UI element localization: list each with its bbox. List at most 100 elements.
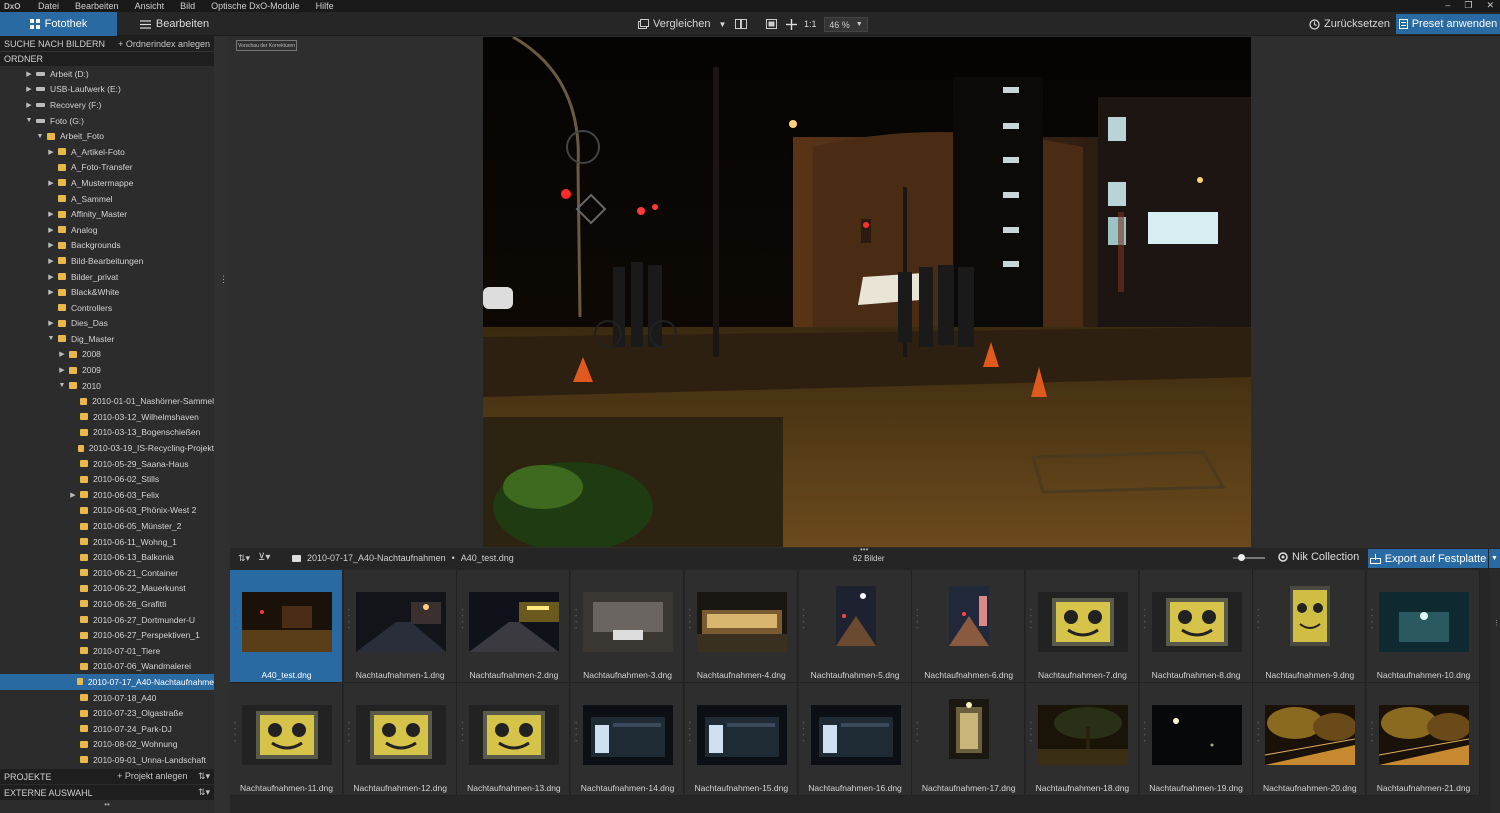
- rating-dots-icon[interactable]: • • • •: [1257, 721, 1260, 745]
- tree-item[interactable]: ▶ A_Mustermappe: [0, 175, 214, 191]
- tree-item[interactable]: 2010-06-26_Grafitti: [0, 596, 214, 612]
- filmstrip-resize-grip[interactable]: •••: [860, 545, 868, 554]
- rating-dots-icon[interactable]: • • • •: [1371, 608, 1374, 632]
- tree-item[interactable]: 2010-07-23_Olgastraße: [0, 705, 214, 721]
- tree-item[interactable]: 2010-01-01_Nashörner-Sammel: [0, 393, 214, 409]
- nik-collection-button[interactable]: Nik Collection: [1278, 551, 1359, 563]
- compare-button[interactable]: Vergleichen ▼: [638, 15, 726, 33]
- rating-dots-icon[interactable]: • • • •: [916, 721, 919, 745]
- rating-dots-icon[interactable]: • • • •: [1144, 608, 1147, 632]
- tree-item[interactable]: 2010-06-11_Wohng_1: [0, 534, 214, 550]
- chevron-down-icon[interactable]: ▼: [25, 117, 33, 124]
- close-button[interactable]: ✕: [1486, 0, 1494, 11]
- chevron-right-icon[interactable]: ▶: [47, 273, 55, 281]
- search-section-header[interactable]: SUCHE NACH BILDERN + Ordnerindex anlegen: [0, 36, 214, 51]
- thumbnail[interactable]: • • • • Nachtaufnahmen-21.dng: [1367, 683, 1480, 796]
- thumbnail[interactable]: • • • • Nachtaufnahmen-8.dng: [1139, 570, 1253, 683]
- panel-resize-grip[interactable]: ••: [0, 800, 214, 812]
- tree-item[interactable]: ▼ Foto (G:): [0, 113, 214, 129]
- thumbnail[interactable]: • • • • Nachtaufnahmen-14.dng: [571, 683, 685, 796]
- tree-item[interactable]: ▶ Dies_Das: [0, 316, 214, 332]
- tree-item[interactable]: A_Sammel: [0, 191, 214, 207]
- chevron-right-icon[interactable]: ▶: [58, 366, 66, 374]
- tree-item[interactable]: 2010-06-13_Balkonia: [0, 549, 214, 565]
- tree-item[interactable]: ▶ A_Artikel-Foto: [0, 144, 214, 160]
- rating-dots-icon[interactable]: • • • •: [803, 608, 806, 632]
- export-to-disk-button[interactable]: Export auf Festplatte: [1368, 549, 1488, 568]
- external-section-header[interactable]: EXTERNE AUSWAHL ⇅▾: [0, 785, 214, 800]
- thumbnail[interactable]: • • • • Nachtaufnahmen-16.dng: [798, 683, 912, 796]
- tree-item[interactable]: 2010-06-22_Mauerkunst: [0, 581, 214, 597]
- thumbnail[interactable]: • • • • Nachtaufnahmen-9.dng: [1253, 570, 1367, 683]
- tab-bearbeiten[interactable]: Bearbeiten: [117, 12, 232, 36]
- thumbnail[interactable]: • • • • Nachtaufnahmen-3.dng: [571, 570, 685, 683]
- restore-button[interactable]: ❐: [1464, 0, 1472, 11]
- folders-section-header[interactable]: ORDNER: [0, 51, 214, 66]
- rating-dots-icon[interactable]: • • • •: [916, 608, 919, 632]
- tree-item[interactable]: ▶ 2009: [0, 362, 214, 378]
- zoom-select[interactable]: 46 % ▼: [824, 17, 868, 32]
- image-viewer[interactable]: Vorschau der Korrekturen: [230, 36, 1500, 548]
- breadcrumb-folder[interactable]: 2010-07-17_A40-Nachtaufnahmen: [307, 553, 446, 563]
- tree-item[interactable]: ▶ Bild-Bearbeitungen: [0, 253, 214, 269]
- tree-item[interactable]: 2010-07-01_Tiere: [0, 643, 214, 659]
- create-folder-index-button[interactable]: + Ordnerindex anlegen: [118, 39, 210, 49]
- tree-item[interactable]: 2010-06-05_Münster_2: [0, 518, 214, 534]
- rating-dots-icon[interactable]: • • • •: [348, 721, 351, 745]
- tree-item[interactable]: ▶ Analog: [0, 222, 214, 238]
- tree-item[interactable]: 2010-06-02_Stills: [0, 471, 214, 487]
- tree-item[interactable]: 2010-06-27_Dortmunder-U: [0, 612, 214, 628]
- split-view-button[interactable]: [735, 15, 747, 33]
- tree-item[interactable]: ▼ Arbeit_Foto: [0, 128, 214, 144]
- rating-dots-icon[interactable]: • • • •: [803, 721, 806, 745]
- rating-dots-icon[interactable]: • • • •: [234, 721, 237, 745]
- slider-knob[interactable]: [1238, 554, 1245, 561]
- thumbnail[interactable]: • • • • Nachtaufnahmen-15.dng: [684, 683, 798, 796]
- tree-item[interactable]: ▶ Black&White: [0, 284, 214, 300]
- preview-corrections-toggle[interactable]: Vorschau der Korrekturen: [236, 40, 297, 51]
- chevron-right-icon[interactable]: ▶: [47, 288, 55, 296]
- thumbnail[interactable]: • • • • Nachtaufnahmen-1.dng: [343, 570, 457, 683]
- tree-item[interactable]: 2010-09-01_Unna-Landschaft: [0, 752, 214, 768]
- main-photo[interactable]: [483, 37, 1251, 547]
- thumbnail-size-slider[interactable]: [1233, 554, 1265, 561]
- fit-screen-button[interactable]: [766, 15, 777, 33]
- thumbnail[interactable]: • • • • Nachtaufnahmen-17.dng: [912, 683, 1026, 796]
- tree-item[interactable]: 2010-03-13_Bogenschießen: [0, 425, 214, 441]
- menu-bild[interactable]: Bild: [172, 1, 203, 11]
- menu-ansicht[interactable]: Ansicht: [127, 1, 173, 11]
- tree-item[interactable]: ▶ USB-Laufwerk (E:): [0, 82, 214, 98]
- move-tool-button[interactable]: [786, 15, 797, 33]
- thumbnail[interactable]: • • • • Nachtaufnahmen-4.dng: [684, 570, 798, 683]
- tree-item[interactable]: A_Foto-Transfer: [0, 160, 214, 176]
- tree-item[interactable]: ▶ 2010-06-03_Felix: [0, 487, 214, 503]
- tree-item[interactable]: ▶ Backgrounds: [0, 238, 214, 254]
- sort-icon[interactable]: ⇅▾: [198, 787, 210, 798]
- tree-item[interactable]: 2010-07-18_A40: [0, 690, 214, 706]
- export-dropdown-button[interactable]: ▼: [1489, 549, 1500, 568]
- tree-item[interactable]: 2010-06-03_Phönix-West 2: [0, 503, 214, 519]
- thumbnail[interactable]: • • • • Nachtaufnahmen-19.dng: [1139, 683, 1253, 796]
- rating-dots-icon[interactable]: • • • •: [1371, 721, 1374, 745]
- thumbnail[interactable]: • • • • A40_test.dng: [230, 570, 343, 683]
- thumbnail[interactable]: • • • • Nachtaufnahmen-20.dng: [1253, 683, 1367, 796]
- chevron-down-icon[interactable]: ▼: [58, 382, 66, 389]
- menu-bearbeiten[interactable]: Bearbeiten: [67, 1, 127, 11]
- tree-item[interactable]: ▼ 2010: [0, 378, 214, 394]
- rating-dots-icon[interactable]: • • • •: [689, 608, 692, 632]
- rating-dots-icon[interactable]: • • • •: [461, 608, 464, 632]
- left-panel-divider[interactable]: ⋮: [214, 36, 228, 813]
- menu-hilfe[interactable]: Hilfe: [308, 1, 342, 11]
- rating-dots-icon[interactable]: • • • •: [575, 608, 578, 632]
- chevron-right-icon[interactable]: ▶: [47, 179, 55, 187]
- tree-item[interactable]: 2010-07-24_Park-DJ: [0, 721, 214, 737]
- tree-item[interactable]: 2010-06-21_Container: [0, 565, 214, 581]
- rating-dots-icon[interactable]: • • • •: [575, 721, 578, 745]
- rating-dots-icon[interactable]: • • • •: [1030, 721, 1033, 745]
- chevron-right-icon[interactable]: ▶: [25, 101, 33, 109]
- tree-item[interactable]: ▶ Bilder_privat: [0, 269, 214, 285]
- chevron-right-icon[interactable]: ▶: [47, 210, 55, 218]
- rating-dots-icon[interactable]: • • • •: [1030, 608, 1033, 632]
- tree-item[interactable]: 2010-07-06_Wandmalerei: [0, 659, 214, 675]
- tree-item[interactable]: 2010-03-12_Wilhelmshaven: [0, 409, 214, 425]
